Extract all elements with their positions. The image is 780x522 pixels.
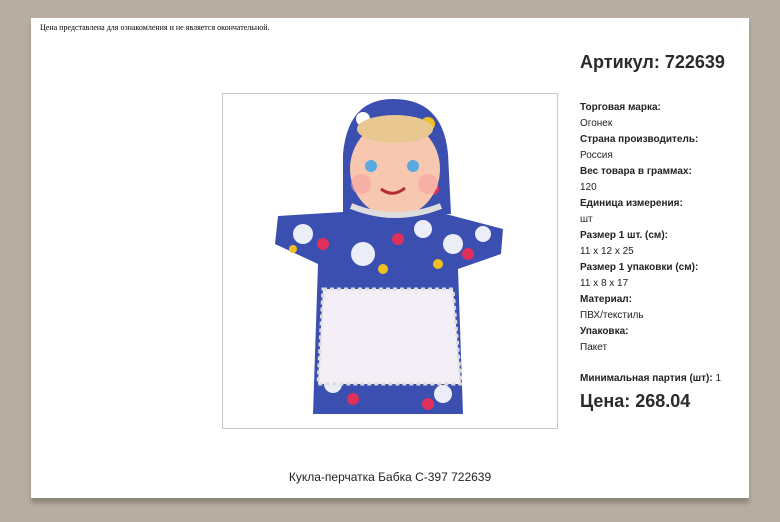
price: Цена: 268.04	[580, 391, 691, 411]
product-title: Кукла-перчатка Бабка С-397 722639	[288, 470, 492, 484]
spec-value: Огонек	[580, 118, 613, 129]
doll-puppet-image	[275, 99, 503, 414]
spec-label: Единица измерения:	[580, 198, 683, 209]
spec-label: Вес товара в граммах:	[580, 166, 692, 177]
spec-value: 120	[580, 182, 597, 193]
spec-value: 11 x 8 x 17	[580, 278, 629, 289]
spec-label: Упаковка:	[580, 326, 629, 337]
spec-label: Размер 1 упаковки (см):	[580, 262, 699, 273]
spec-label: Материал:	[580, 294, 632, 305]
spec-label: Торговая марка:	[580, 102, 661, 113]
min-order: Минимальная партия (шт): 1	[580, 373, 721, 384]
specs-list: Торговая марка: Огонек Страна производит…	[580, 100, 698, 356]
spec-value: шт	[580, 214, 593, 225]
spec-value: Пакет	[580, 342, 608, 353]
price-notice: Цена представлена для ознакомления и не …	[40, 23, 270, 32]
product-card: Цена представлена для ознакомления и не …	[31, 18, 749, 498]
article-number: Артикул: 722639	[580, 52, 725, 72]
spec-value: ПВХ/текстиль	[580, 310, 644, 321]
spec-value: Россия	[580, 150, 613, 161]
spec-value: 11 x 12 x 25	[580, 246, 634, 257]
min-order-value: 1	[715, 373, 722, 384]
spec-label: Размер 1 шт. (см):	[580, 230, 668, 241]
min-order-label: Минимальная партия (шт):	[580, 373, 713, 384]
spec-label: Страна производитель:	[580, 134, 699, 145]
product-image	[222, 93, 558, 429]
